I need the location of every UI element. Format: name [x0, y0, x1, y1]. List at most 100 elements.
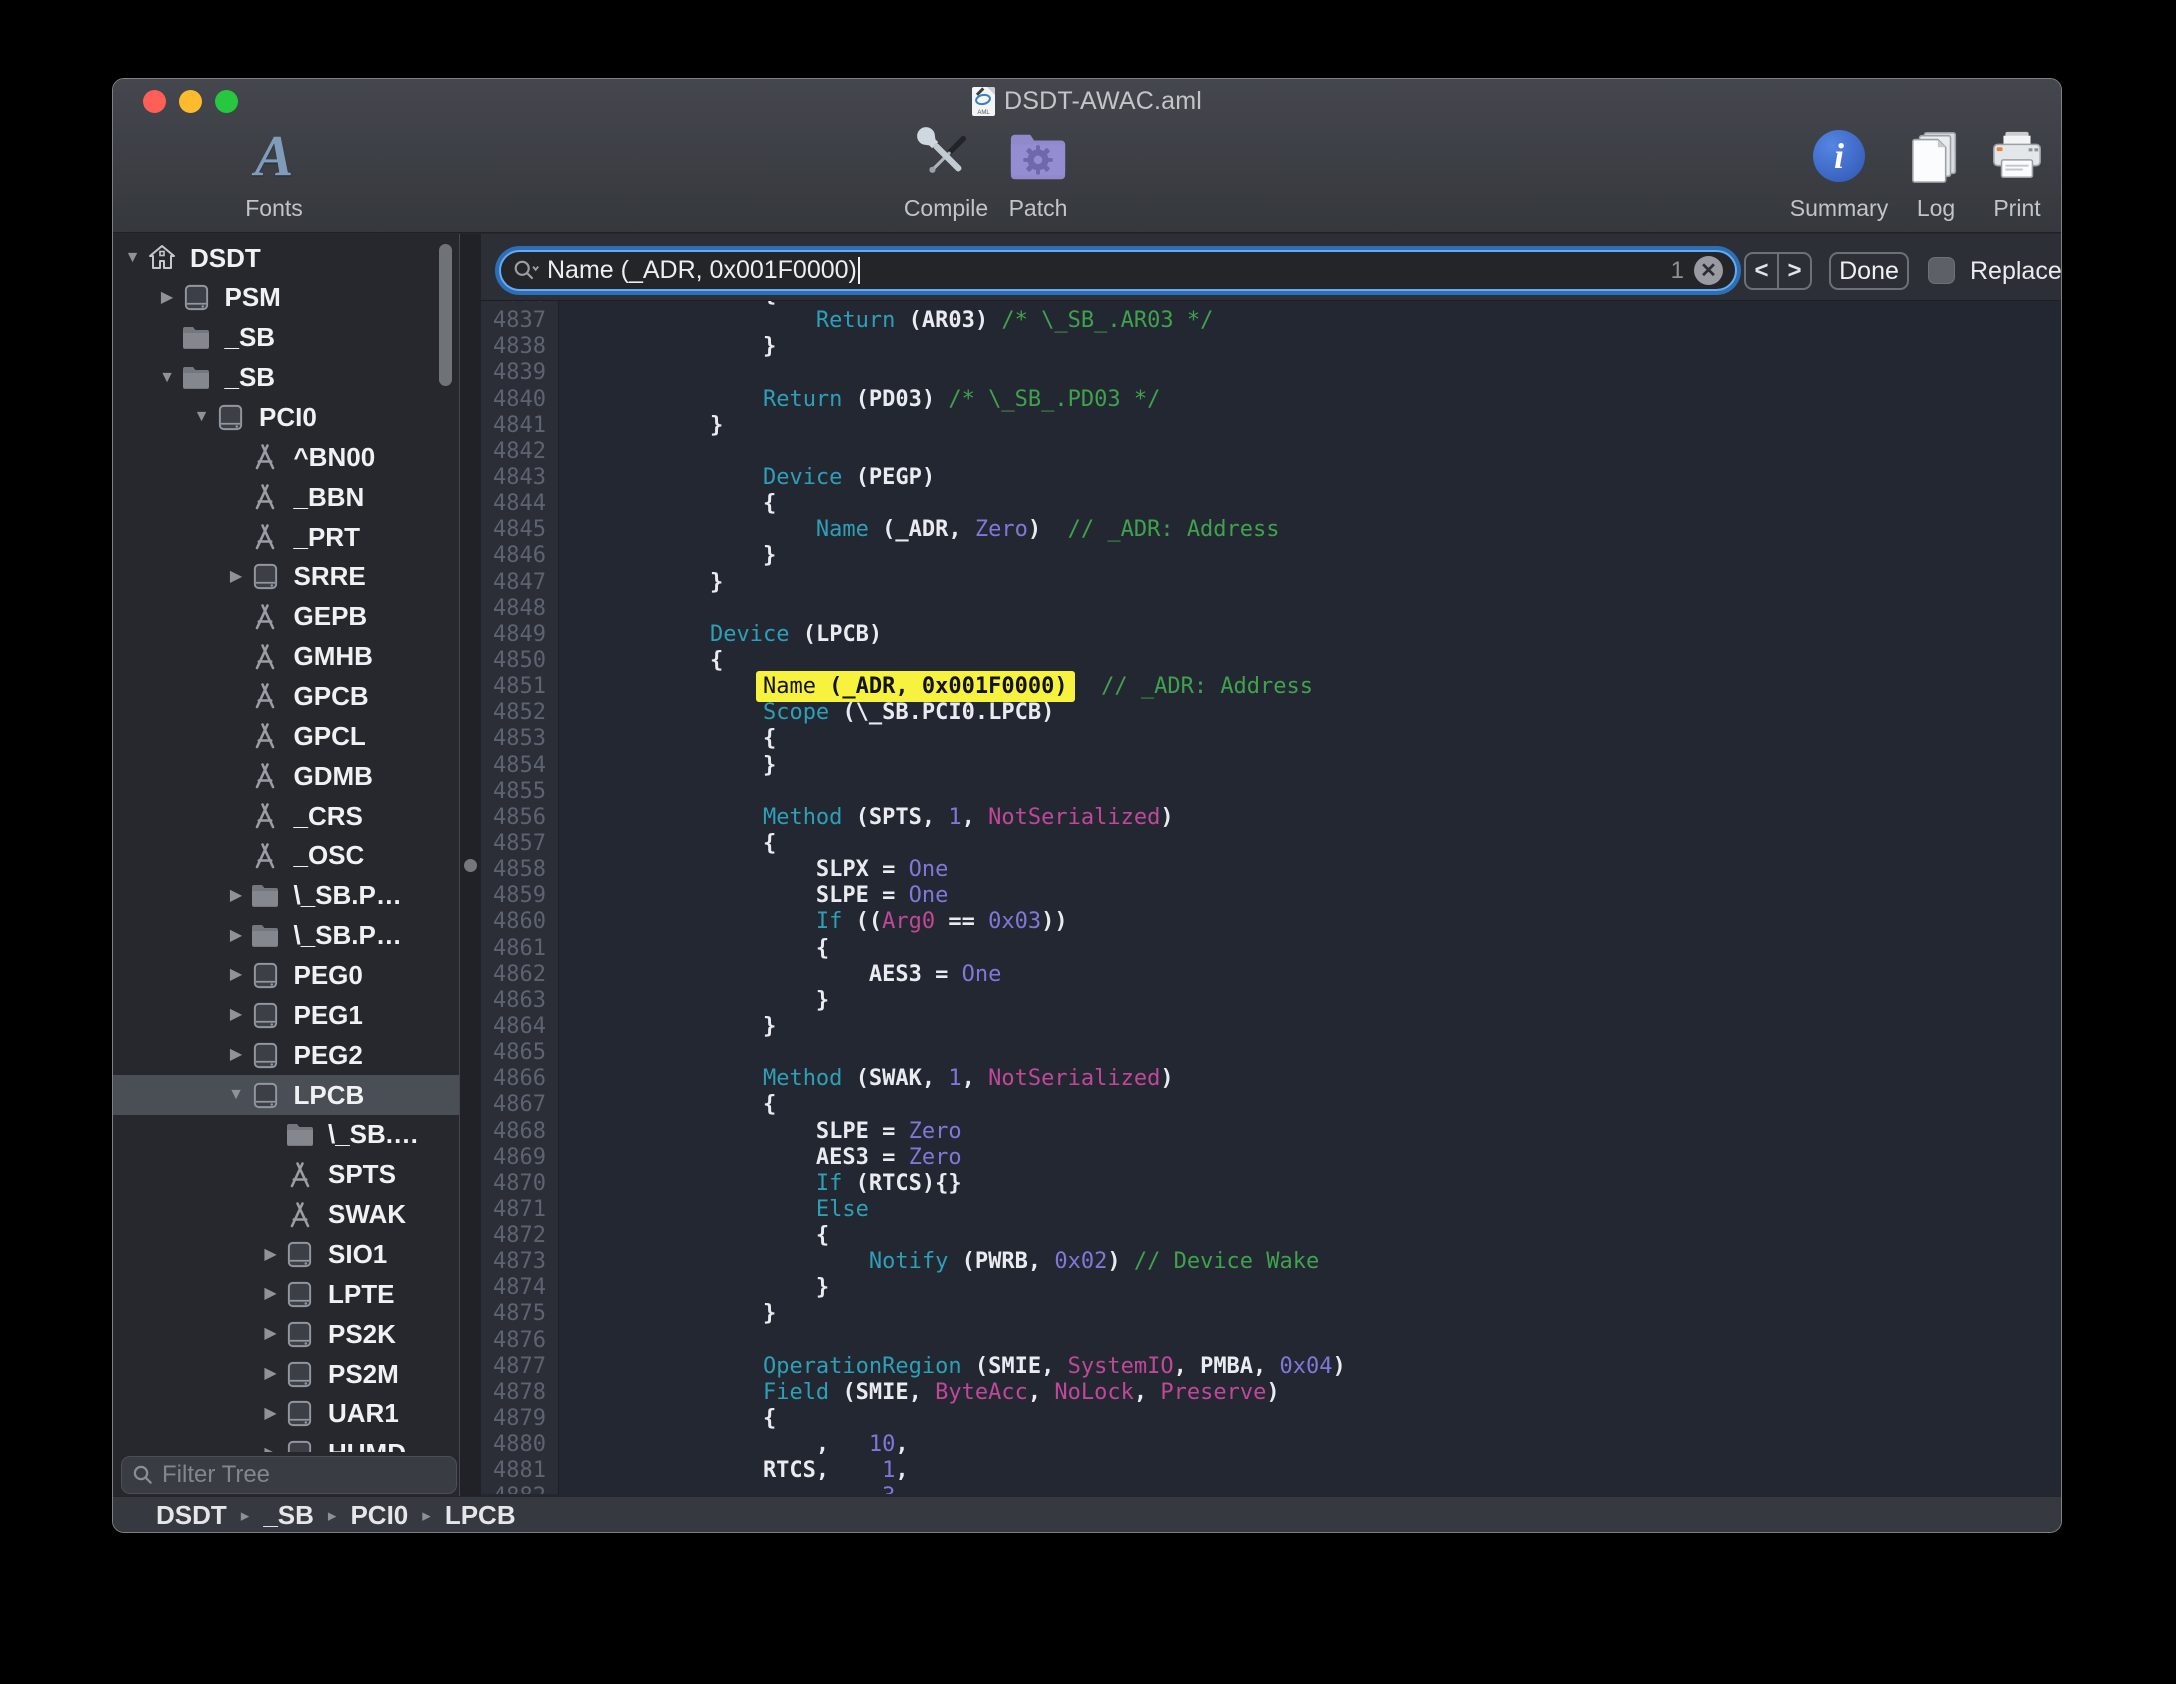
- method-icon: [250, 840, 281, 871]
- tree-item-crs[interactable]: _CRS: [113, 796, 459, 836]
- disclosure-closed-icon[interactable]: ▶: [223, 888, 250, 904]
- disclosure-closed-icon[interactable]: ▶: [223, 1007, 250, 1023]
- code-line-4855: 4855: [481, 779, 2062, 805]
- disclosure-closed-icon[interactable]: ▶: [257, 1286, 284, 1302]
- tree-item-lpcb[interactable]: ▼LPCB: [113, 1075, 459, 1115]
- close-button[interactable]: [143, 90, 166, 113]
- toolbar-print-button[interactable]: Print: [1942, 123, 2062, 222]
- tree-item-sb[interactable]: _SB: [113, 318, 459, 358]
- breadcrumb-item-sb[interactable]: _SB: [263, 1500, 314, 1531]
- line-number: 4849: [481, 622, 558, 648]
- minimize-button[interactable]: [179, 90, 202, 113]
- home-icon: [146, 243, 177, 274]
- code-line-4854: 4854 }: [481, 753, 2062, 779]
- breadcrumb-item-pci0[interactable]: PCI0: [350, 1500, 408, 1531]
- line-number: 4858: [481, 857, 558, 883]
- tree-item-gdmb[interactable]: GDMB: [113, 756, 459, 796]
- tree-item-bbn[interactable]: _BBN: [113, 477, 459, 517]
- tree-item-gpcl[interactable]: GPCL: [113, 716, 459, 756]
- tree-item-label: PS2K: [328, 1319, 396, 1350]
- search-input[interactable]: Name (_ADR, 0x001F0000) 1 ✕: [499, 250, 1737, 291]
- tree-item-ps2k[interactable]: ▶ PS2K: [113, 1314, 459, 1354]
- disclosure-closed-icon[interactable]: ▶: [154, 290, 181, 306]
- tree-item-sio1[interactable]: ▶ SIO1: [113, 1235, 459, 1275]
- pane-splitter[interactable]: [459, 234, 481, 1496]
- magnifier-icon: [132, 1464, 154, 1486]
- folder-icon: [250, 880, 281, 911]
- disclosure-closed-icon[interactable]: ▶: [223, 569, 250, 585]
- find-next-button[interactable]: >: [1779, 254, 1810, 288]
- tree-item-spts[interactable]: SPTS: [113, 1155, 459, 1195]
- tree-item-psm[interactable]: ▶PSM: [113, 278, 459, 318]
- line-number: 4846: [481, 543, 558, 569]
- done-button[interactable]: Done: [1829, 252, 1909, 290]
- zoom-button[interactable]: [215, 90, 238, 113]
- tree-item-gepb[interactable]: GEPB: [113, 597, 459, 637]
- tree-item-label: PEG1: [294, 1000, 363, 1031]
- code-line-4878: 4878 Field (SMIE, ByteAcc, NoLock, Prese…: [481, 1380, 2062, 1406]
- tree-item-prt[interactable]: _PRT: [113, 517, 459, 557]
- disclosure-closed-icon[interactable]: ▶: [223, 967, 250, 983]
- line-number: 4877: [481, 1354, 558, 1380]
- tree-item-ps2m[interactable]: ▶PS2M: [113, 1354, 459, 1394]
- tree-item-bn00[interactable]: ^BN00: [113, 437, 459, 477]
- disclosure-closed-icon[interactable]: ▶: [223, 1047, 250, 1063]
- disclosure-closed-icon[interactable]: ▶: [257, 1406, 284, 1422]
- toolbar-patch-button[interactable]: Patch: [963, 123, 1113, 222]
- disclosure-closed-icon[interactable]: ▶: [257, 1247, 284, 1263]
- line-number: 4867: [481, 1092, 558, 1118]
- disclosure-open-icon[interactable]: ▼: [119, 250, 146, 266]
- breadcrumb-separator-icon: ▸: [328, 1506, 337, 1526]
- acpi-tree: ▼DSDT▶PSM_SB▼_SB▼PCI0^BN00_BBN_PRT▶SRREG…: [113, 234, 459, 1452]
- replace-checkbox[interactable]: [1928, 257, 1955, 284]
- tree-item-srre[interactable]: ▶SRRE: [113, 557, 459, 597]
- breadcrumb-item-lpcb[interactable]: LPCB: [445, 1500, 516, 1531]
- code-line-4876: 4876: [481, 1328, 2062, 1354]
- tree-item-label: _SB: [225, 322, 276, 353]
- tree-item-humd[interactable]: ▶HUMD: [113, 1434, 459, 1452]
- replace-label: Replace: [1970, 252, 2062, 290]
- disclosure-closed-icon[interactable]: ▶: [257, 1326, 284, 1342]
- tree-item-sbp[interactable]: ▶ \_SB.P…: [113, 916, 459, 956]
- tree-item-sb[interactable]: ▼_SB: [113, 358, 459, 398]
- tree-item-sb[interactable]: \_SB.…: [113, 1115, 459, 1155]
- device-icon: [215, 402, 246, 433]
- disclosure-closed-icon[interactable]: ▶: [257, 1366, 284, 1382]
- tree-item-peg2[interactable]: ▶PEG2: [113, 1035, 459, 1075]
- tree-item-peg1[interactable]: ▶ PEG1: [113, 995, 459, 1035]
- line-number: 4856: [481, 805, 558, 831]
- filter-tree-input[interactable]: Filter Tree: [121, 1456, 457, 1494]
- tree-item-uar1[interactable]: ▶UAR1: [113, 1394, 459, 1434]
- tree-item-dsdt[interactable]: ▼DSDT: [113, 238, 459, 278]
- app-window: AML DSDT-AWAC.aml A Fonts: [112, 78, 2062, 1533]
- tree-item-gmhb[interactable]: GMHB: [113, 637, 459, 677]
- tree-item-peg0[interactable]: ▶PEG0: [113, 955, 459, 995]
- clear-search-icon[interactable]: ✕: [1694, 256, 1723, 285]
- code-line-4866: 4866 Method (SWAK, 1, NotSerialized): [481, 1066, 2062, 1092]
- method-icon: [250, 601, 281, 632]
- tree-item-lpte[interactable]: ▶LPTE: [113, 1274, 459, 1314]
- device-icon: [181, 282, 212, 313]
- tree-item-label: \_SB.P…: [294, 920, 402, 951]
- disclosure-open-icon[interactable]: ▼: [223, 1087, 250, 1103]
- tree-item-pci0[interactable]: ▼PCI0: [113, 397, 459, 437]
- disclosure-open-icon[interactable]: ▼: [188, 409, 215, 425]
- method-icon: [250, 482, 281, 513]
- tree-item-label: _CRS: [294, 801, 363, 832]
- tree-item-sbp[interactable]: ▶\_SB.P…: [113, 876, 459, 916]
- line-number: 4840: [481, 387, 558, 413]
- sidebar-scrollbar[interactable]: [439, 244, 452, 386]
- find-bar: Name (_ADR, 0x001F0000) 1 ✕ < > Done Rep…: [481, 234, 2062, 301]
- tree-item-osc[interactable]: _OSC: [113, 836, 459, 876]
- tree-item-gpcb[interactable]: GPCB: [113, 676, 459, 716]
- disclosure-open-icon[interactable]: ▼: [154, 370, 181, 386]
- disclosure-closed-icon[interactable]: ▶: [257, 1446, 284, 1452]
- tree-item-label: SIO1: [328, 1239, 387, 1270]
- tree-item-swak[interactable]: SWAK: [113, 1195, 459, 1235]
- breadcrumb-item-dsdt[interactable]: DSDT: [156, 1500, 227, 1531]
- toolbar-fonts-button[interactable]: A Fonts: [199, 123, 349, 222]
- code-viewport[interactable]: 4836 {4837 Return (AR03) /* \_SB_.AR03 *…: [481, 301, 2062, 1494]
- disclosure-closed-icon[interactable]: ▶: [223, 928, 250, 944]
- find-previous-button[interactable]: <: [1746, 254, 1779, 288]
- find-nav-segmented: < >: [1744, 252, 1812, 290]
